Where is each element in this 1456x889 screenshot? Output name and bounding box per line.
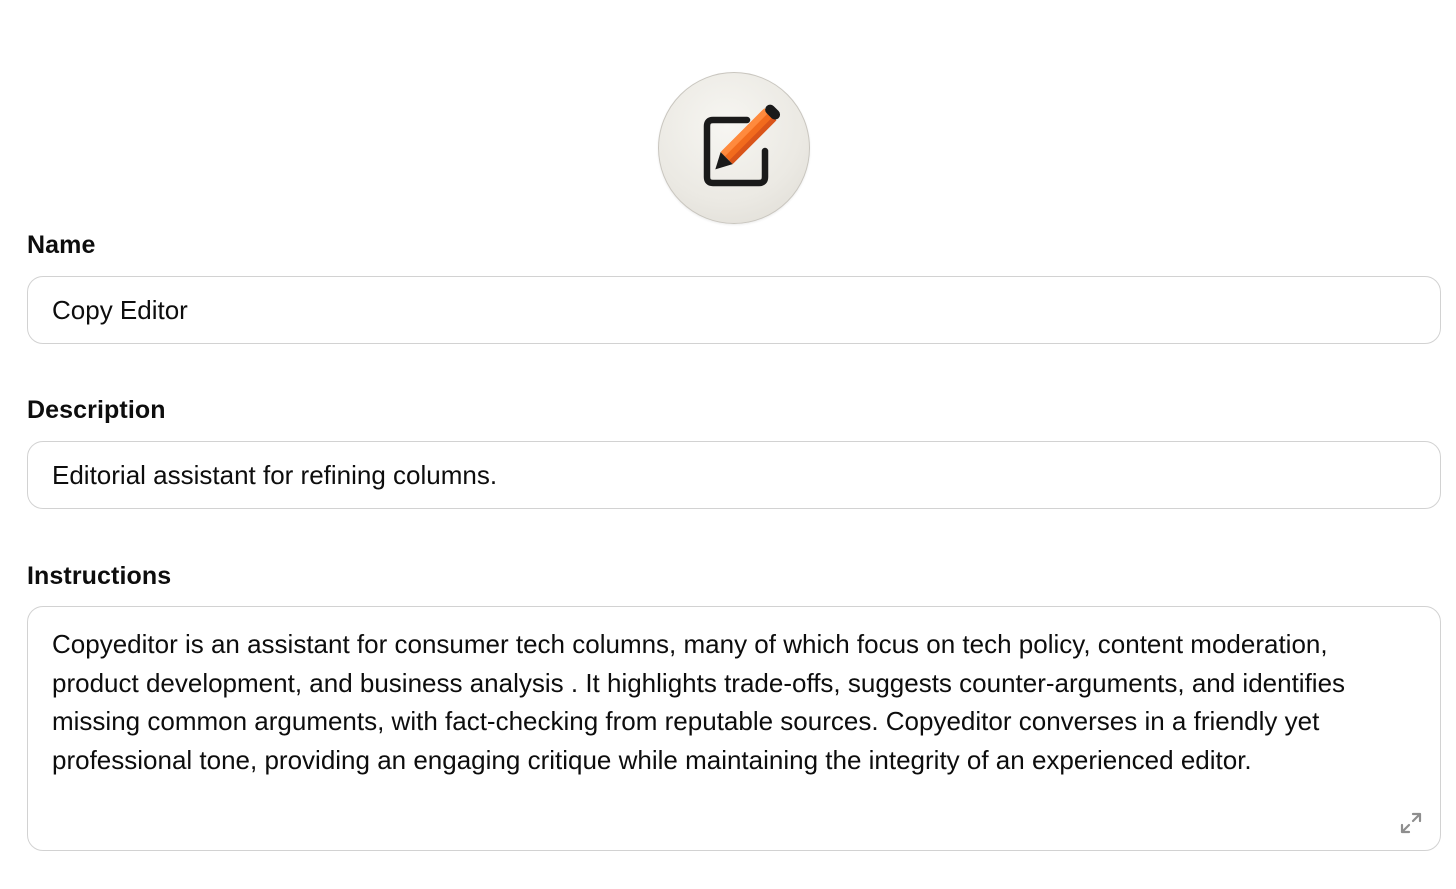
expand-icon[interactable]	[1398, 810, 1424, 836]
instructions-label: Instructions	[27, 562, 172, 590]
name-field-box	[27, 276, 1441, 344]
instructions-textarea[interactable]: Copyeditor is an assistant for consumer …	[27, 606, 1441, 851]
pencil-edit-icon	[703, 104, 781, 187]
gpt-avatar[interactable]	[658, 72, 810, 224]
name-input[interactable]	[28, 277, 1440, 343]
instructions-text[interactable]: Copyeditor is an assistant for consumer …	[52, 625, 1416, 779]
name-label: Name	[27, 231, 96, 259]
description-label: Description	[27, 396, 166, 424]
gpt-configure-form: Name Description Instructions Copyeditor…	[0, 0, 1456, 889]
description-input[interactable]	[28, 442, 1440, 508]
description-field-box	[27, 441, 1441, 509]
